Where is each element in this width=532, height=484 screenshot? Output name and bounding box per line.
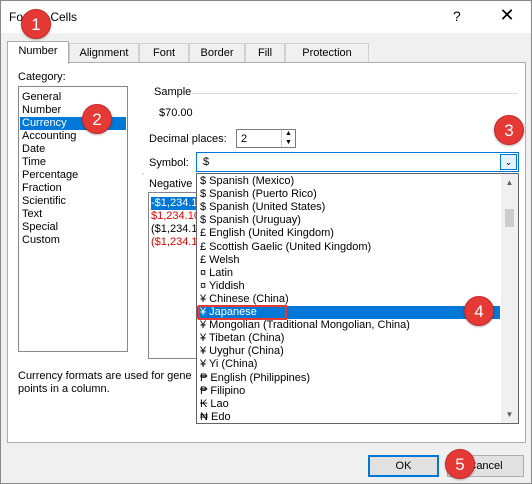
chevron-down-icon[interactable]: ⌄: [500, 154, 517, 170]
symbol-option[interactable]: £ English (United Kingdom): [197, 227, 500, 240]
negative-numbers-label: Negative: [149, 178, 193, 190]
currency-description: Currency formats are used for gene point…: [18, 370, 208, 396]
category-item-accounting[interactable]: Accounting: [20, 130, 126, 143]
category-list[interactable]: General Number Currency Accounting Date …: [18, 86, 128, 352]
help-button[interactable]: ?: [453, 8, 461, 24]
symbol-option[interactable]: ¥ Tibetan (China): [197, 332, 500, 345]
tab-font[interactable]: Font: [139, 43, 189, 63]
negative-format-item[interactable]: $1,234.10: [151, 210, 200, 223]
format-group-edge: [142, 173, 144, 175]
symbol-option[interactable]: ¥ Yi (China): [197, 358, 500, 371]
format-cells-dialog: Format Cells ? ✕ Number Alignment Font B…: [0, 0, 532, 484]
symbol-option[interactable]: $ Spanish (Puerto Rico): [197, 188, 500, 201]
category-item-general[interactable]: General: [20, 91, 126, 104]
step-4-badge: 4: [464, 296, 494, 326]
tab-border[interactable]: Border: [189, 43, 245, 63]
tab-label: Border: [200, 47, 234, 59]
tab-label: Protection: [302, 47, 352, 59]
symbol-value: $: [203, 156, 210, 168]
symbol-option[interactable]: ¥ Mongolian (Traditional Mongolian, Chin…: [197, 319, 500, 332]
step-1-badge: 1: [21, 9, 51, 39]
scroll-thumb[interactable]: [505, 209, 514, 227]
symbol-option[interactable]: £ Scottish Gaelic (United Kingdom): [197, 241, 500, 254]
symbol-option[interactable]: £ Welsh: [197, 254, 500, 267]
category-item-percentage[interactable]: Percentage: [20, 169, 126, 182]
tab-label: Alignment: [79, 47, 129, 59]
description-line: points in a column.: [18, 383, 110, 395]
symbol-option[interactable]: ¥ Chinese (China): [197, 293, 500, 306]
ok-button[interactable]: OK: [368, 455, 439, 477]
tab-label: Fill: [257, 47, 273, 59]
symbol-option[interactable]: ¤ Yiddish: [197, 280, 500, 293]
sample-group-line: [192, 93, 518, 94]
decimal-places-value[interactable]: 2: [241, 133, 247, 145]
title-bar: Format Cells ? ✕: [1, 1, 531, 33]
category-item-scientific[interactable]: Scientific: [20, 195, 126, 208]
symbol-option[interactable]: ¤ Latin: [197, 267, 500, 280]
description-line: Currency formats are used for gene: [18, 370, 192, 382]
category-item-text[interactable]: Text: [20, 208, 126, 221]
category-item-special[interactable]: Special: [20, 221, 126, 234]
step-3-badge: 3: [494, 115, 524, 145]
dropdown-scrollbar[interactable]: ▲ ▼: [501, 174, 518, 423]
symbol-option[interactable]: $ Spanish (Uruguay): [197, 214, 500, 227]
close-button[interactable]: ✕: [492, 5, 522, 26]
sample-value: $70.00: [159, 107, 193, 119]
sample-label: Sample: [154, 86, 192, 98]
decrement-arrow-icon[interactable]: ▼: [281, 139, 295, 147]
symbol-option[interactable]: ¥ Uyghur (China): [197, 345, 500, 358]
category-item-custom[interactable]: Custom: [20, 234, 126, 247]
symbol-option[interactable]: ₦ Edo: [197, 411, 500, 423]
step-5-badge: 5: [445, 449, 475, 479]
highlight-box: [198, 305, 287, 320]
symbol-dropdown[interactable]: $ ⌄: [196, 152, 519, 172]
category-label: Category:: [18, 71, 66, 83]
symbol-option[interactable]: ₭ Lao: [197, 398, 500, 411]
tab-label: Font: [152, 47, 175, 59]
symbol-option[interactable]: ₱ English (Philippines): [197, 372, 500, 385]
category-item-fraction[interactable]: Fraction: [20, 182, 126, 195]
category-item-date[interactable]: Date: [20, 143, 126, 156]
increment-arrow-icon[interactable]: ▲: [281, 130, 295, 138]
category-item-time[interactable]: Time: [20, 156, 126, 169]
tab-label: Number: [18, 45, 58, 57]
step-2-badge: 2: [82, 104, 112, 134]
symbol-option[interactable]: ₱ Filipino: [197, 385, 500, 398]
symbol-option[interactable]: $ Spanish (Mexico): [197, 175, 500, 188]
symbol-label: Symbol:: [149, 157, 189, 169]
decimal-places-label: Decimal places:: [149, 133, 227, 145]
scroll-down-icon[interactable]: ▼: [501, 406, 518, 423]
tab-number[interactable]: Number: [7, 41, 69, 64]
tab-alignment[interactable]: Alignment: [69, 43, 139, 63]
symbol-option[interactable]: $ Spanish (United States): [197, 201, 500, 214]
scroll-up-icon[interactable]: ▲: [501, 174, 518, 191]
tab-protection[interactable]: Protection: [285, 43, 369, 63]
decimal-places-stepper[interactable]: 2 ▲ ▼: [236, 129, 296, 148]
tab-fill[interactable]: Fill: [245, 43, 285, 63]
